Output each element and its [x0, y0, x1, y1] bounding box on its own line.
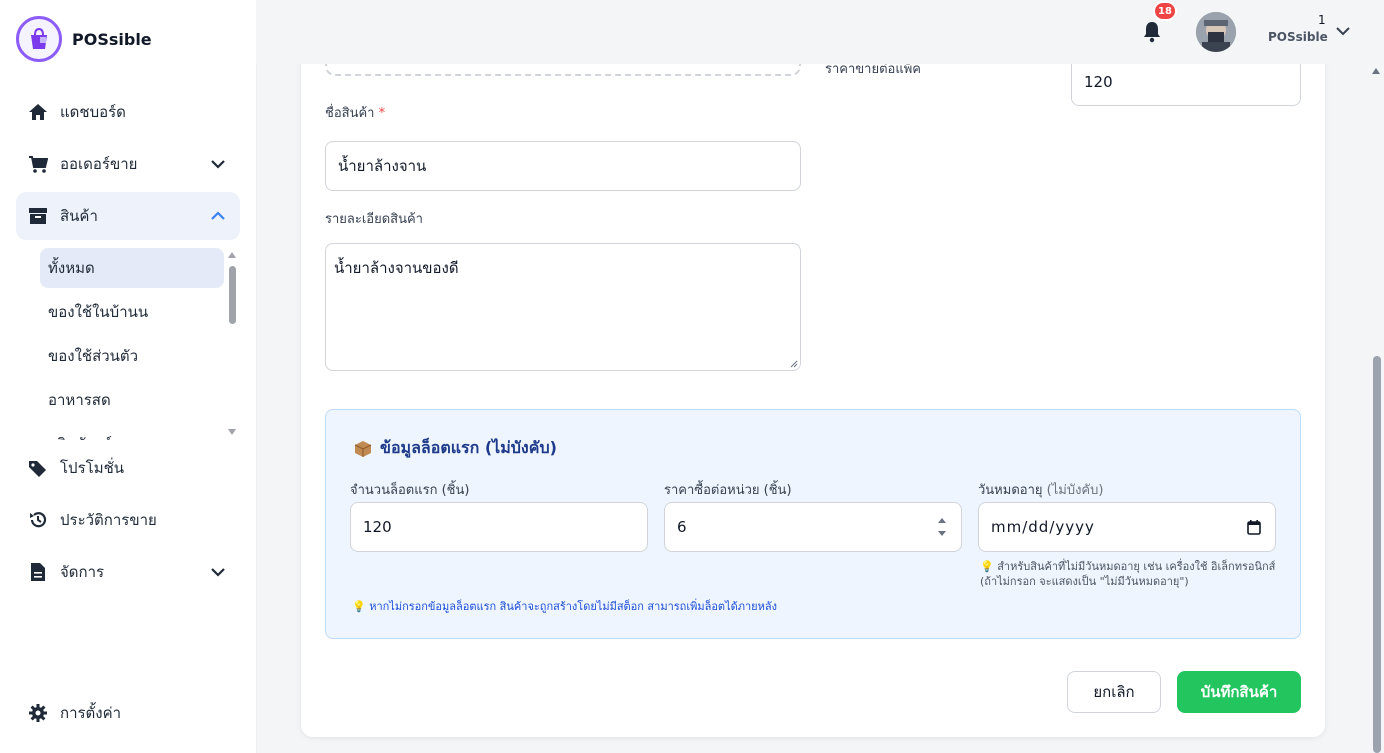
page-scroll-up[interactable]: [1372, 68, 1380, 74]
first-lot-title: ข้อมูลล็อตแรก (ไม่บังคับ): [354, 436, 557, 461]
bell-icon[interactable]: [1140, 20, 1164, 44]
brand-name: POSsible: [72, 29, 152, 49]
sidebar-item-label: ประวัติการขาย: [60, 511, 157, 529]
sidebar-item-manage[interactable]: จัดการ: [16, 548, 240, 596]
sidebar-item-orders[interactable]: ออเดอร์ขาย: [16, 140, 240, 188]
expiry-placeholder: mm/dd/yyyy: [991, 518, 1095, 536]
sidebar-item-label: สินค้า: [60, 207, 98, 225]
product-detail-label: รายละเอียดสินค้า: [325, 212, 423, 227]
sidebar: POSsible แดชบอร์ด ออเดอร์ขาย สินค้า ทั้ง…: [0, 0, 257, 753]
page-scrollbar-thumb[interactable]: [1373, 356, 1381, 753]
unit-cost-label: ราคาซื้อต่อหน่วย (ชิ้น): [664, 483, 792, 498]
submenu-item-household[interactable]: ของใช้ในบ้านน: [40, 292, 224, 332]
expiry-label: วันหมดอายุ (ไม่บังคับ): [978, 483, 1104, 498]
submenu-scroll-down[interactable]: [228, 429, 236, 435]
number-stepper-icon[interactable]: [937, 515, 947, 539]
lot-qty-input[interactable]: 120: [350, 502, 648, 552]
product-name-label: ชื่อสินค้า *: [325, 106, 386, 121]
first-lot-section: ข้อมูลล็อตแรก (ไม่บังคับ) จำนวนล็อตแรก (…: [325, 409, 1301, 639]
lot-qty-label: จำนวนล็อตแรก (ชิ้น): [350, 483, 470, 498]
sidebar-item-label: โปรโมชั่น: [60, 459, 125, 477]
sidebar-item-sales-history[interactable]: ประวัติการขาย: [16, 496, 240, 544]
product-detail-text: น้ำยาล้างจานของดี: [334, 259, 459, 277]
sidebar-item-label: จัดการ: [60, 563, 105, 581]
logo-icon: [16, 16, 62, 62]
brand[interactable]: POSsible: [16, 16, 152, 62]
sidebar-item-label: ออเดอร์ขาย: [60, 155, 138, 173]
submenu-item-all[interactable]: ทั้งหมด: [40, 248, 224, 288]
history-icon: [28, 510, 48, 530]
expiry-date-input[interactable]: mm/dd/yyyy: [978, 502, 1276, 552]
unit-cost-input[interactable]: 6: [664, 502, 962, 552]
avatar[interactable]: [1196, 12, 1236, 52]
price-per-pack-input[interactable]: 120: [1071, 58, 1301, 106]
sidebar-item-label: การตั้งค่า: [60, 704, 122, 722]
box-icon: [28, 206, 48, 226]
package-icon: [354, 440, 372, 457]
sidebar-item-settings[interactable]: การตั้งค่า: [16, 689, 240, 737]
unit-cost-value: 6: [677, 518, 687, 536]
user-name: POSsible: [1268, 30, 1328, 44]
products-submenu: ทั้งหมด ของใช้ในบ้านน ของใช้ส่วนตัว อาหา…: [32, 244, 242, 440]
sidebar-item-dashboard[interactable]: แดชบอร์ด: [16, 88, 240, 136]
calendar-icon[interactable]: [1247, 520, 1261, 535]
gear-icon: [28, 703, 48, 723]
user-number: 1: [1318, 13, 1326, 27]
submenu-item-fresh-food[interactable]: อาหารสด: [40, 380, 224, 420]
sidebar-item-label: แดชบอร์ด: [60, 103, 126, 121]
tags-icon: [28, 458, 48, 478]
lightbulb-icon: 💡: [980, 560, 994, 573]
save-product-button[interactable]: บันทึกสินค้า: [1177, 671, 1301, 713]
submenu-item-personal[interactable]: ของใช้ส่วนตัว: [40, 336, 224, 376]
chevron-up-icon: [211, 211, 225, 220]
cancel-button[interactable]: ยกเลิก: [1067, 671, 1161, 713]
product-detail-textarea[interactable]: น้ำยาล้างจานของดี: [325, 243, 801, 371]
chevron-down-icon[interactable]: [1334, 22, 1352, 40]
chevron-down-icon: [211, 160, 225, 169]
resize-handle-icon[interactable]: [790, 360, 798, 368]
notification-badge: 18: [1153, 1, 1177, 21]
sidebar-item-promotions[interactable]: โปรโมชั่น: [16, 444, 240, 492]
product-form-card: ราคาขายต่อแพ็ค 120 ชื่อสินค้า * น้ำยาล้า…: [301, 30, 1325, 737]
required-mark: *: [378, 106, 386, 121]
submenu-scroll-up[interactable]: [228, 252, 236, 258]
product-name-input[interactable]: น้ำยาล้างจาน: [325, 141, 801, 191]
cart-icon: [28, 154, 48, 174]
file-icon: [28, 562, 48, 582]
lightbulb-icon: 💡: [352, 600, 366, 613]
first-lot-hint: 💡 หากไม่กรอกข้อมูลล็อตแรก สินค้าจะถูกสร้…: [352, 600, 777, 613]
sidebar-item-products[interactable]: สินค้า: [16, 192, 240, 240]
expiry-hint: 💡 สำหรับสินค้าที่ไม่มีวันหมดอายุ เช่น เค…: [980, 560, 1276, 588]
submenu-scrollbar[interactable]: [229, 266, 236, 324]
chevron-down-icon: [211, 568, 225, 577]
submenu-item-products[interactable]: ผลิตภัณฑ์: [40, 424, 224, 440]
home-icon: [28, 102, 48, 122]
